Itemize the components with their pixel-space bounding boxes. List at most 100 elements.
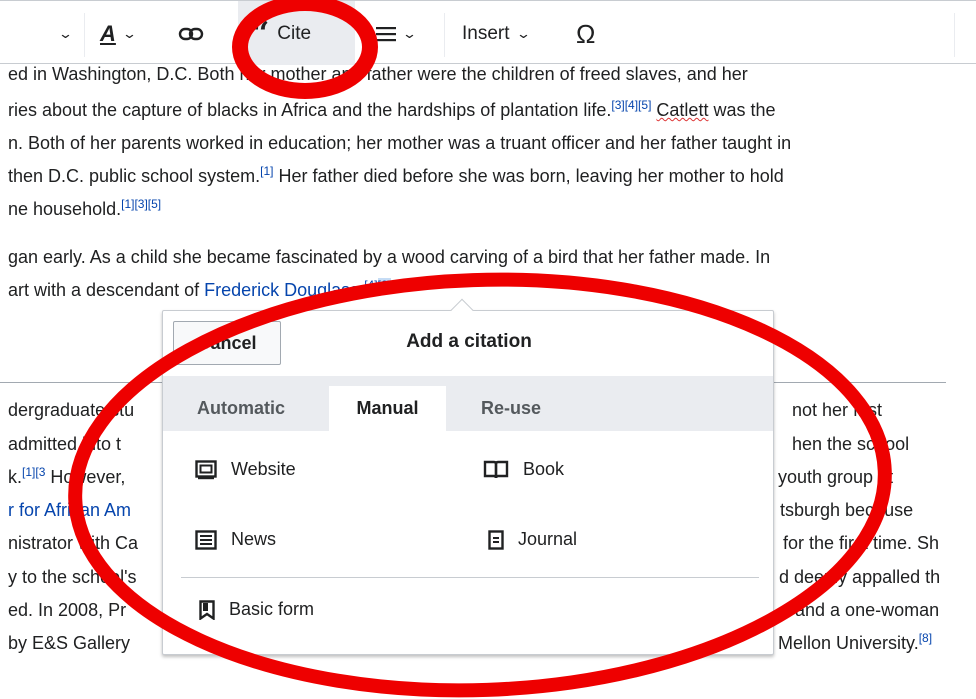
option-website[interactable]: Website (195, 459, 296, 480)
text-content: ne household. (8, 199, 122, 219)
text-content: k. (8, 467, 23, 487)
toolbar-separator (84, 13, 85, 57)
option-label: News (231, 529, 277, 549)
cite-button[interactable]: “ Cite (252, 19, 311, 49)
option-label: Website (231, 459, 296, 479)
text-content: y to the school's (8, 567, 137, 587)
link-button[interactable] (178, 19, 204, 49)
fragment-right: for the first time. Sh (783, 527, 939, 560)
text-content: e and a one-woman (780, 600, 940, 620)
option-label: Basic form (229, 599, 315, 619)
fragment-right: tsburgh because (780, 494, 913, 527)
fragment-left: ed. In 2008, Pr (8, 594, 126, 627)
text-content: ed. In 2008, Pr (8, 600, 127, 620)
tab-reuse[interactable]: Re-use (459, 386, 563, 431)
text-content: ed in Washington, D.C. Both her mother a… (8, 64, 748, 84)
newspaper-icon (195, 529, 217, 550)
text-content: hen the school (792, 434, 910, 454)
tab-manual[interactable]: Manual (329, 386, 446, 431)
text-style-button[interactable]: A ⌄ (100, 19, 137, 49)
text-content: Mellon University. (778, 633, 919, 653)
editor-toolbar: ⌄ A ⌄ “ Cite ⌄ Insert ⌄ Ω (0, 0, 976, 65)
toolbar-separator (954, 13, 955, 57)
text-content: admitted into t (8, 434, 122, 454)
journal-icon (488, 529, 504, 550)
fragment-right: hen the school (792, 428, 909, 461)
reference-link[interactable]: [4] (364, 278, 377, 292)
paragraph-dropdown-chevron[interactable]: ⌄ (52, 19, 74, 49)
text-content: art with a descendant of (8, 280, 205, 300)
frederick-douglass-link[interactable]: Frederick Douglass (204, 280, 359, 300)
fragment-right: e and a one-woman (780, 594, 939, 627)
cite-label: Cite (277, 23, 312, 44)
fragment-left-link[interactable]: r for African Am (8, 494, 131, 527)
insert-dropdown-button[interactable]: Insert ⌄ (462, 19, 531, 49)
option-book[interactable]: Book (483, 459, 564, 480)
text-line: ries about the capture of blacks in Afri… (8, 94, 776, 127)
quote-icon: “ (252, 16, 270, 51)
toolbar-separator (444, 13, 445, 57)
fragment-left: admitted into t (8, 428, 121, 461)
fragment-right: not her first (792, 394, 882, 427)
option-label: Book (523, 459, 565, 479)
reference-link[interactable]: [1] (260, 164, 273, 178)
text-line: art with a descendant of Frederick Dougl… (8, 274, 391, 307)
list-dropdown-button[interactable]: ⌄ (376, 19, 418, 49)
website-icon (195, 459, 217, 479)
text-content: was the (708, 100, 776, 120)
text-content: n. Both of her parents worked in educati… (8, 133, 792, 153)
dialog-title: Add a citation (406, 331, 532, 352)
text-line: ed in Washington, D.C. Both her mother a… (8, 64, 748, 91)
text-content: youth group at (778, 467, 894, 487)
reference-link[interactable]: [1][3 (22, 465, 45, 479)
citation-tabs: Automatic Manual Re-use (163, 376, 773, 431)
list-icon (376, 27, 396, 42)
text-content: then D.C. public school system. (8, 166, 261, 186)
text-content: for the first time. Sh (783, 533, 940, 553)
text-content: not her first (792, 400, 883, 420)
chevron-down-icon: ⌄ (57, 26, 74, 41)
text-content: by E&S Gallery (8, 633, 131, 653)
bookmark-icon (199, 599, 215, 620)
options-divider (181, 577, 759, 578)
fragment-right: youth group at (778, 461, 893, 494)
chevron-down-icon: ⌄ (121, 26, 137, 41)
text-line: then D.C. public school system.[1] Her f… (8, 160, 784, 193)
fragment-left: nistrator with Ca (8, 527, 138, 560)
fragment-right: Mellon University.[8] (778, 627, 932, 660)
chevron-down-icon: ⌄ (401, 26, 418, 41)
misspelled-word[interactable]: Catlett (656, 100, 708, 120)
book-icon (483, 460, 509, 478)
text-line: n. Both of her parents worked in educati… (8, 127, 791, 160)
text-line: ne household.[1][3][5] (8, 193, 161, 226)
fragment-left: dergraduate stu (8, 394, 134, 427)
text-style-icon: A (100, 21, 116, 46)
reference-link[interactable]: [1][3][5] (121, 197, 161, 211)
option-label: Journal (518, 529, 578, 549)
text-content: nistrator with Ca (8, 533, 139, 553)
text-content: r for African Am (8, 500, 132, 520)
reference-link[interactable]: [8] (919, 631, 932, 645)
omega-icon: Ω (576, 18, 596, 49)
tab-automatic[interactable]: Automatic (181, 386, 301, 431)
text-content: However, (45, 467, 126, 487)
special-character-button[interactable]: Ω (576, 19, 595, 49)
fragment-left: y to the school's (8, 561, 137, 594)
text-content: dergraduate stu (8, 400, 135, 420)
text-content: d deeply appalled th (779, 567, 941, 587)
selected-reference-link[interactable]: [6] (377, 278, 391, 292)
fragment-left: k.[1][3 However, (8, 461, 125, 494)
option-basic-form[interactable]: Basic form (199, 599, 314, 620)
text-content: tsburgh because (780, 500, 914, 520)
reference-link[interactable]: [3][4][5] (611, 98, 651, 112)
insert-label: Insert (462, 23, 510, 44)
option-news[interactable]: News (195, 529, 276, 550)
text-line: gan early. As a child she became fascina… (8, 241, 770, 274)
text-content: Her father died before she was born, lea… (273, 166, 784, 186)
link-icon (178, 27, 204, 41)
fragment-left: by E&S Gallery (8, 627, 130, 660)
chevron-down-icon: ⌄ (515, 26, 531, 41)
add-citation-dialog: Cancel Add a citation Automatic Manual R… (162, 298, 774, 655)
text-content: ries about the capture of blacks in Afri… (8, 100, 612, 120)
option-journal[interactable]: Journal (488, 529, 577, 550)
